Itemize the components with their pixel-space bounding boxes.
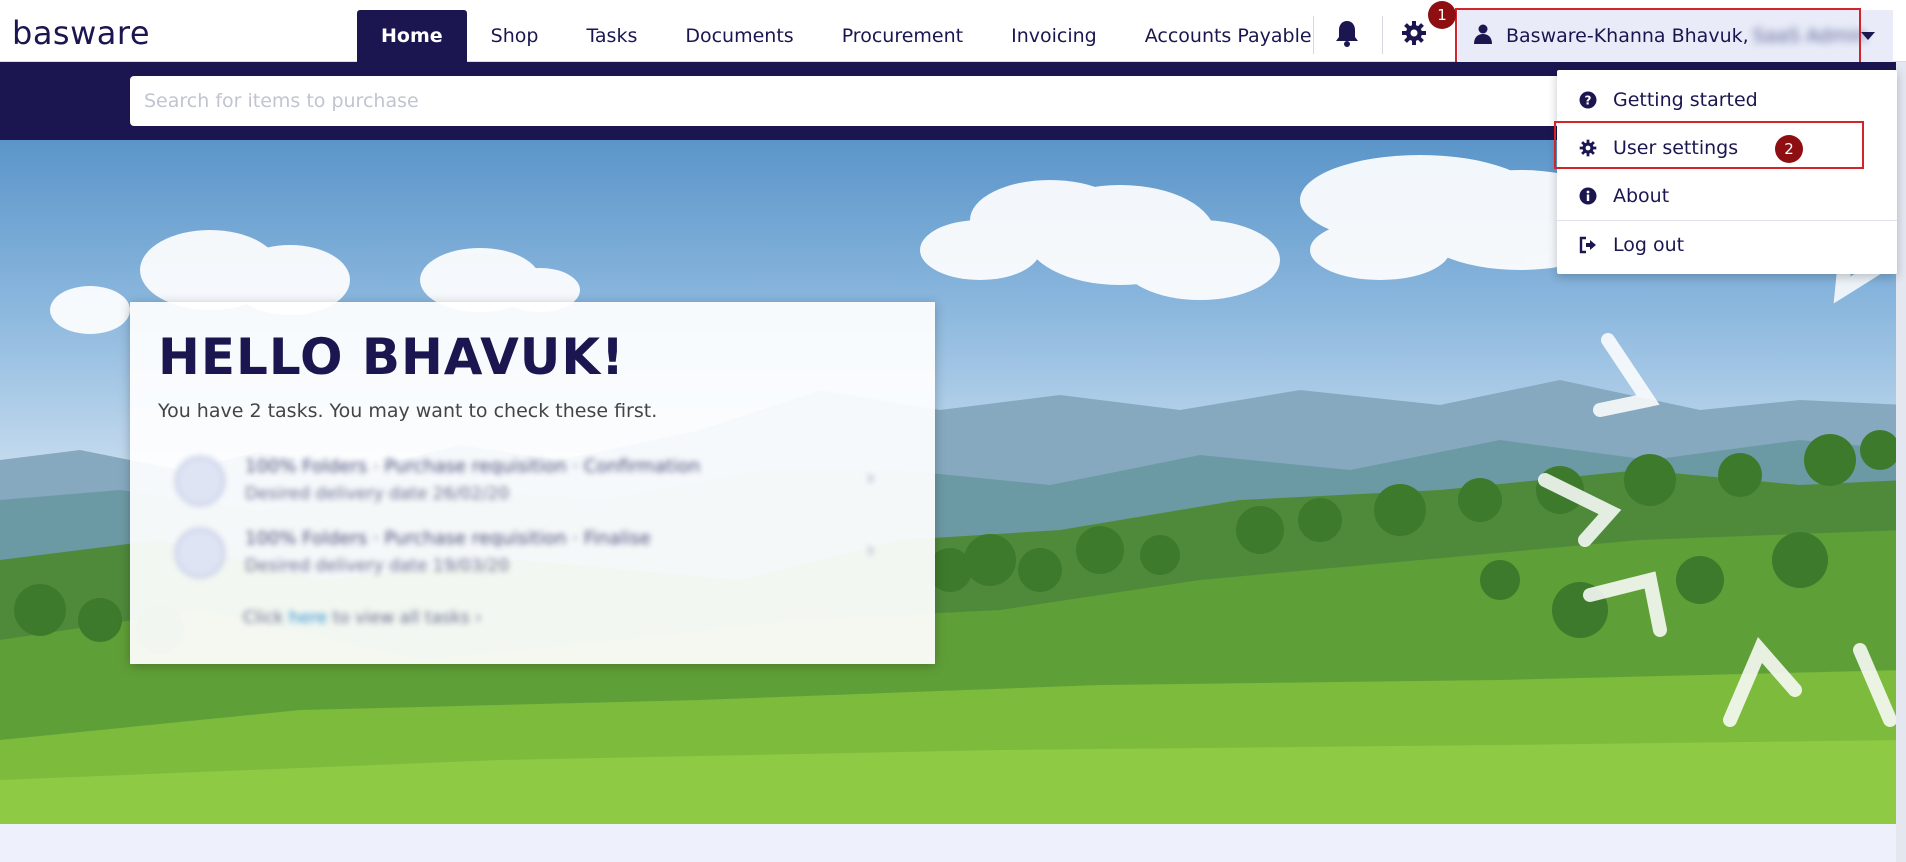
search-input[interactable] (130, 76, 1770, 126)
cart-icon (175, 528, 225, 578)
bell-icon[interactable] (1332, 18, 1362, 48)
user-dropdown-menu: ? Getting started User settings About Lo… (1557, 70, 1897, 274)
welcome-subtitle: You have 2 tasks. You may want to check … (158, 400, 658, 422)
nav-procurement[interactable]: Procurement (818, 10, 987, 62)
svg-text:?: ? (1585, 94, 1592, 108)
nav-home[interactable]: Home (357, 10, 467, 62)
menu-item-user-settings[interactable]: User settings (1557, 124, 1897, 172)
nav-divider (1382, 16, 1383, 54)
nav-shop[interactable]: Shop (467, 10, 563, 62)
chevron-right-icon: › (866, 466, 875, 491)
nav-tasks[interactable]: Tasks (562, 10, 661, 62)
task-item[interactable]: 100% Folders · Purchase requisition · Fi… (175, 524, 905, 584)
menu-item-about[interactable]: About (1557, 172, 1897, 220)
task-item[interactable]: 100% Folders · Purchase requisition · Co… (175, 452, 905, 512)
page-footer-strip (0, 824, 1906, 862)
step-badge-1: 1 (1428, 1, 1456, 29)
top-navigation-bar: basware Home Shop Tasks Documents Procur… (0, 0, 1906, 62)
user-name: Basware-Khanna Bhavuk, (1506, 25, 1749, 47)
view-all-link[interactable]: here (289, 608, 327, 628)
nav-divider (1313, 16, 1314, 54)
view-all-prefix: Click (243, 608, 284, 628)
menu-item-log-out[interactable]: Log out (1557, 221, 1897, 269)
task-title: 100% Folders · Purchase requisition · Fi… (245, 528, 651, 549)
main-nav: Home Shop Tasks Documents Procurement In… (357, 10, 1336, 62)
user-icon (1474, 24, 1492, 48)
gear-icon[interactable] (1399, 18, 1429, 48)
user-menu-button[interactable]: Basware-Khanna Bhavuk, SaaS Admin (1458, 10, 1893, 62)
step-badge-2: 2 (1775, 135, 1803, 163)
menu-item-getting-started[interactable]: ? Getting started (1557, 76, 1897, 124)
sign-out-icon (1579, 236, 1597, 254)
info-circle-icon (1579, 187, 1597, 205)
page-scrollbar[interactable] (1896, 62, 1906, 862)
chevron-down-icon (1861, 32, 1875, 40)
welcome-card: HELLO BHAVUK! You have 2 tasks. You may … (130, 302, 935, 664)
task-title: 100% Folders · Purchase requisition · Co… (245, 456, 701, 477)
nav-documents[interactable]: Documents (661, 10, 817, 62)
nav-invoicing[interactable]: Invoicing (987, 10, 1121, 62)
task-date: Desired delivery date 26/02/20 (245, 484, 510, 504)
question-circle-icon: ? (1579, 91, 1597, 109)
menu-item-label: About (1613, 185, 1670, 207)
welcome-title: HELLO BHAVUK! (158, 328, 625, 386)
chevron-right-icon: › (866, 538, 875, 563)
gear-icon (1579, 139, 1597, 157)
user-role-blurred: SaaS Admin (1752, 25, 1867, 47)
view-all-tasks: Click here to view all tasks › (243, 608, 482, 628)
basware-logo[interactable]: basware (12, 14, 150, 52)
cart-icon (175, 456, 225, 506)
menu-item-label: Getting started (1613, 89, 1758, 111)
menu-item-label: Log out (1613, 234, 1685, 256)
view-all-suffix: to view all tasks › (332, 608, 482, 628)
menu-item-label: User settings (1613, 137, 1739, 159)
task-date: Desired delivery date 19/03/20 (245, 556, 510, 576)
nav-accounts-payable[interactable]: Accounts Payable (1121, 10, 1336, 62)
